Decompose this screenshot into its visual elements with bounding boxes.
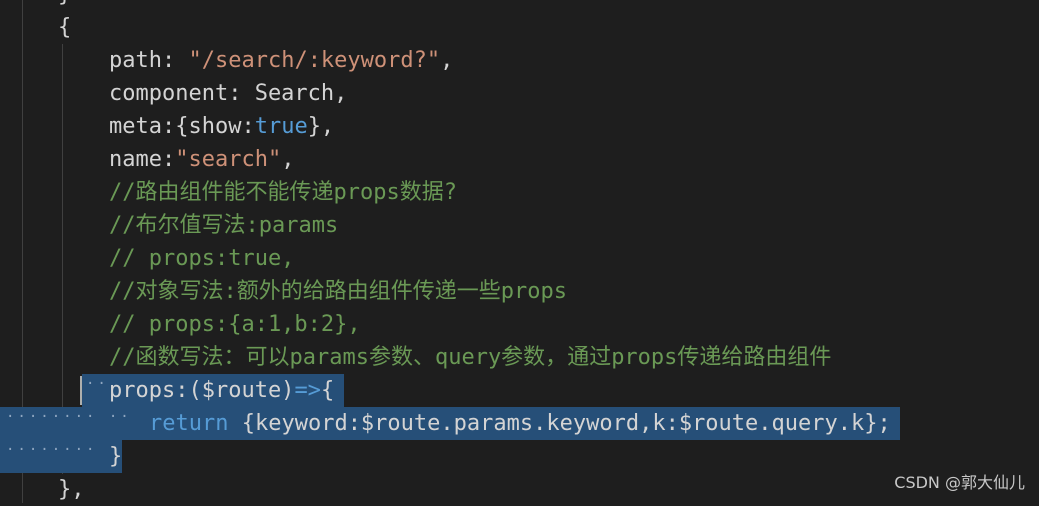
code-comment-4: //对象写法:额外的给路由组件传递一些props [109, 279, 567, 304]
code-comment-3: // props:true, [109, 246, 295, 271]
path-value: "/search/:keyword?" [188, 48, 441, 73]
watermark: CSDN @郭大仙儿 [894, 473, 1025, 492]
whitespace-dots: ········ ·· [6, 409, 132, 425]
code-line-props-close: } [109, 444, 123, 469]
whitespace-dots: ········ [6, 442, 98, 458]
code-comment-5: // props:{a:1,b:2}, [109, 312, 361, 337]
code-line-path: path: "/search/:keyword?", [109, 44, 453, 77]
code-line-component: component: Search, [109, 81, 348, 106]
code-line-meta: meta:{show:true}, [109, 110, 334, 143]
arrow-operator: => [294, 378, 321, 403]
code-line-open-brace: { [58, 15, 72, 40]
code-comment-6: //函数写法：可以params参数、query参数，通过props传递给路由组件 [109, 345, 832, 370]
name-value: "search" [175, 147, 282, 172]
name-key: name: [109, 147, 176, 172]
code-comment-1: //路由组件能不能传递props数据? [109, 180, 457, 205]
path-end: , [440, 48, 454, 73]
return-keyword: return [149, 411, 229, 436]
meta-key: meta:{show: [109, 114, 255, 139]
code-line-name: name:"search", [109, 143, 294, 176]
return-body: {keyword:$route.params.keyword,k:$route.… [228, 411, 891, 436]
props-head: props:($route) [109, 378, 295, 403]
code-line-closing: }, [58, 477, 85, 502]
path-key: path: [109, 48, 189, 73]
code-editor[interactable]: ·· ········ ·· ········ } { path: "/sear… [0, 0, 1039, 503]
name-end: , [281, 147, 295, 172]
meta-end: }, [307, 114, 335, 139]
code-line-props: props:($route)=>{ [109, 374, 334, 407]
meta-value: true [254, 114, 308, 139]
props-open-brace: { [320, 378, 335, 403]
code-line-return: return {keyword:$route.params.keyword,k:… [149, 407, 891, 440]
code-comment-2: //布尔值写法:params [109, 213, 339, 238]
whitespace-dots: ·· [86, 376, 109, 392]
text-cursor [80, 376, 82, 405]
code-line-top: } [58, 0, 71, 11]
